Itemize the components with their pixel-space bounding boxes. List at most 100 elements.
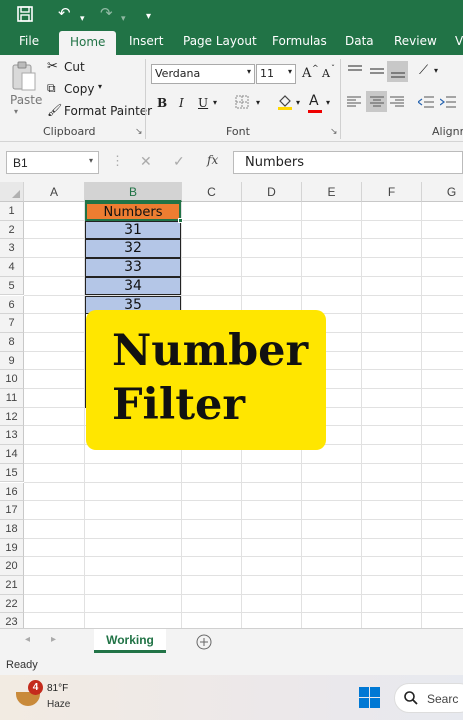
insert-function-button[interactable]: fx [207, 153, 218, 167]
more-options-icon[interactable]: ⋮ [111, 153, 124, 169]
row-header-20[interactable]: 20 [0, 557, 24, 576]
column-header-d[interactable]: D [242, 182, 302, 202]
select-all-corner[interactable] [0, 182, 24, 202]
row-header-21[interactable]: 21 [0, 576, 24, 595]
name-box[interactable]: B1 ▾ [6, 151, 99, 174]
tab-view[interactable]: V [455, 34, 463, 48]
clipboard-launcher-icon[interactable]: ↘ [135, 126, 143, 137]
paste-icon[interactable] [11, 61, 37, 93]
font-color-dropdown-icon[interactable]: ▾ [326, 98, 330, 107]
top-align-icon[interactable] [347, 65, 363, 77]
sheet-tab-working[interactable]: Working [94, 629, 166, 653]
row-header-19[interactable]: 19 [0, 538, 24, 558]
save-icon[interactable] [17, 6, 33, 22]
fill-handle[interactable] [178, 218, 183, 223]
row-header-9[interactable]: 9 [0, 351, 24, 371]
decrease-indent-icon[interactable] [418, 96, 434, 108]
grow-font-button[interactable]: A [302, 66, 311, 81]
copy-dropdown-icon[interactable]: ▾ [98, 82, 102, 91]
redo-icon[interactable]: ↷ [100, 4, 113, 24]
row-header-6[interactable]: 6 [0, 295, 24, 315]
row-header-2[interactable]: 2 [0, 220, 24, 240]
undo-dropdown-icon[interactable]: ▾ [80, 8, 85, 28]
tab-review[interactable]: Review [394, 34, 437, 48]
align-right-icon[interactable] [390, 96, 404, 108]
bottom-align-button[interactable] [387, 61, 408, 82]
row-header-23[interactable]: 23 [0, 613, 24, 628]
font-launcher-icon[interactable]: ↘ [330, 126, 338, 137]
row-header-5[interactable]: 5 [0, 276, 24, 296]
paste-dropdown-icon[interactable]: ▾ [14, 107, 18, 116]
row-header-8[interactable]: 8 [0, 332, 24, 352]
column-header-e[interactable]: E [302, 182, 362, 202]
align-center-button[interactable] [366, 91, 387, 112]
format-painter-icon[interactable]: 🖌 [47, 103, 62, 117]
cut-icon[interactable]: ✂ [47, 59, 58, 74]
tab-page-layout[interactable]: Page Layout [183, 34, 257, 48]
column-header-a[interactable]: A [24, 182, 85, 202]
row-header-18[interactable]: 18 [0, 519, 24, 539]
weather-temp[interactable]: 81°F [47, 683, 68, 694]
formula-input[interactable]: Numbers [233, 151, 463, 174]
redo-dropdown-icon[interactable]: ▾ [121, 8, 126, 28]
font-size-select[interactable]: 11 ▾ [256, 64, 296, 84]
tab-data[interactable]: Data [345, 34, 374, 48]
column-header-f[interactable]: F [362, 182, 422, 202]
borders-icon[interactable] [235, 95, 249, 109]
tab-insert[interactable]: Insert [129, 34, 163, 48]
borders-dropdown-icon[interactable]: ▾ [256, 98, 260, 107]
row-header-13[interactable]: 13 [0, 426, 24, 446]
scroll-right-icon[interactable]: ▸ [51, 634, 56, 645]
enter-icon[interactable]: ✓ [173, 153, 185, 170]
italic-button[interactable]: I [179, 96, 184, 110]
column-header-c[interactable]: C [182, 182, 242, 202]
orientation-dropdown-icon[interactable]: ▾ [434, 66, 438, 75]
underline-dropdown-icon[interactable]: ▾ [213, 98, 217, 107]
paste-label[interactable]: Paste [10, 93, 42, 107]
font-name-select[interactable]: Verdana ▾ [151, 64, 255, 84]
row-header-22[interactable]: 22 [0, 594, 24, 614]
row-header-15[interactable]: 15 [0, 463, 24, 483]
customize-qat-icon[interactable]: ▾ [146, 7, 151, 27]
row-header-7[interactable]: 7 [0, 314, 24, 333]
fill-color-dropdown-icon[interactable]: ▾ [296, 98, 300, 107]
scroll-left-icon[interactable]: ◂ [25, 634, 30, 645]
row-header-10[interactable]: 10 [0, 370, 24, 389]
row-header-17[interactable]: 17 [0, 501, 24, 520]
column-header-g[interactable]: G [422, 182, 463, 202]
cancel-icon[interactable]: ✕ [140, 153, 152, 170]
underline-button[interactable]: U [198, 96, 208, 110]
row-header-1[interactable]: 1 [0, 202, 24, 221]
tab-formulas[interactable]: Formulas [272, 34, 327, 48]
column-header-b[interactable]: B [85, 182, 182, 202]
bold-button[interactable]: B [157, 96, 167, 110]
new-sheet-icon[interactable] [196, 634, 212, 650]
align-left-icon[interactable] [347, 96, 361, 108]
weather-condition[interactable]: Haze [47, 699, 70, 710]
cell-b5[interactable]: 34 [85, 276, 181, 296]
copy-icon[interactable]: ⧉ [47, 81, 56, 96]
tab-home[interactable]: Home [59, 31, 117, 55]
cell-b2[interactable]: 31 [85, 220, 181, 240]
undo-icon[interactable]: ↶ [58, 4, 71, 24]
tab-file[interactable]: File [19, 34, 39, 48]
copy-button[interactable]: Copy [64, 82, 94, 96]
windows-start-icon[interactable] [359, 687, 380, 708]
increase-indent-icon[interactable] [440, 96, 456, 108]
orientation-icon[interactable]: ⟋ [419, 63, 428, 78]
fill-color-icon[interactable] [276, 92, 294, 110]
taskbar-search[interactable]: Searc [394, 683, 463, 713]
cell-b1[interactable]: Numbers [85, 202, 181, 221]
row-header-14[interactable]: 14 [0, 445, 24, 464]
shrink-font-button[interactable]: A [322, 67, 330, 80]
format-painter-button[interactable]: Format Painter [64, 104, 152, 118]
row-header-12[interactable]: 12 [0, 407, 24, 427]
cell-b3[interactable]: 32 [85, 239, 181, 259]
row-header-4[interactable]: 4 [0, 258, 24, 277]
row-header-3[interactable]: 3 [0, 239, 24, 259]
middle-align-icon[interactable] [369, 65, 385, 77]
row-header-11[interactable]: 11 [0, 389, 24, 408]
row-header-16[interactable]: 16 [0, 482, 24, 502]
cut-button[interactable]: Cut [64, 60, 85, 74]
font-color-button[interactable]: A [309, 93, 319, 109]
